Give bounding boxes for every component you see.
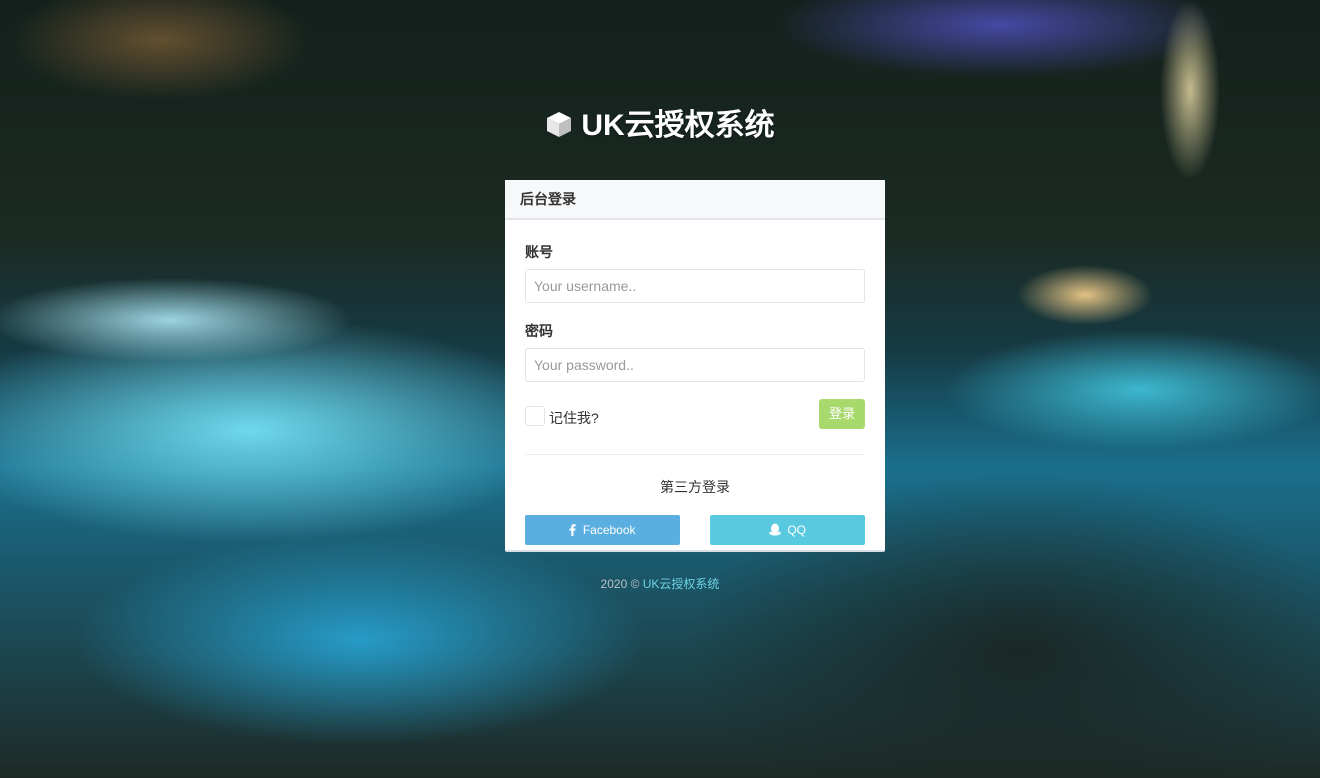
footer-copyright: 2020 © <box>600 577 640 591</box>
login-button[interactable]: 登录 <box>819 399 865 429</box>
username-input[interactable] <box>525 269 865 303</box>
remember-checkbox[interactable] <box>525 406 545 426</box>
password-input[interactable] <box>525 348 865 382</box>
remember-row: 记住我? 登录 <box>525 399 865 429</box>
facebook-label: Facebook <box>582 523 636 537</box>
third-party-label: 第三方登录 <box>660 479 730 495</box>
qq-login-button[interactable]: QQ <box>710 515 865 545</box>
footer-link[interactable]: UK云授权系统 <box>643 577 720 591</box>
cube-icon <box>545 110 573 146</box>
facebook-login-button[interactable]: Facebook <box>525 515 680 545</box>
social-login-row: Facebook QQ <box>525 515 865 545</box>
login-form: 账号 密码 记住我? 登录 第三方登录 Facebook <box>505 242 885 545</box>
panel-title: 后台登录 <box>505 180 885 220</box>
username-label: 账号 <box>525 244 553 260</box>
footer: 2020 © UK云授权系统 <box>0 575 1320 592</box>
login-panel: 后台登录 账号 密码 记住我? 登录 第三方登录 Facebook <box>505 180 885 552</box>
remember-label[interactable]: 记住我? <box>549 408 599 428</box>
password-label: 密码 <box>525 323 553 339</box>
qq-penguin-icon <box>768 523 787 537</box>
brand-title: UK云授权系统 <box>581 109 775 142</box>
qq-label: QQ <box>787 523 806 537</box>
facebook-icon <box>569 523 582 537</box>
brand-header: UK云授权系统 <box>0 100 1320 146</box>
divider <box>525 454 865 455</box>
